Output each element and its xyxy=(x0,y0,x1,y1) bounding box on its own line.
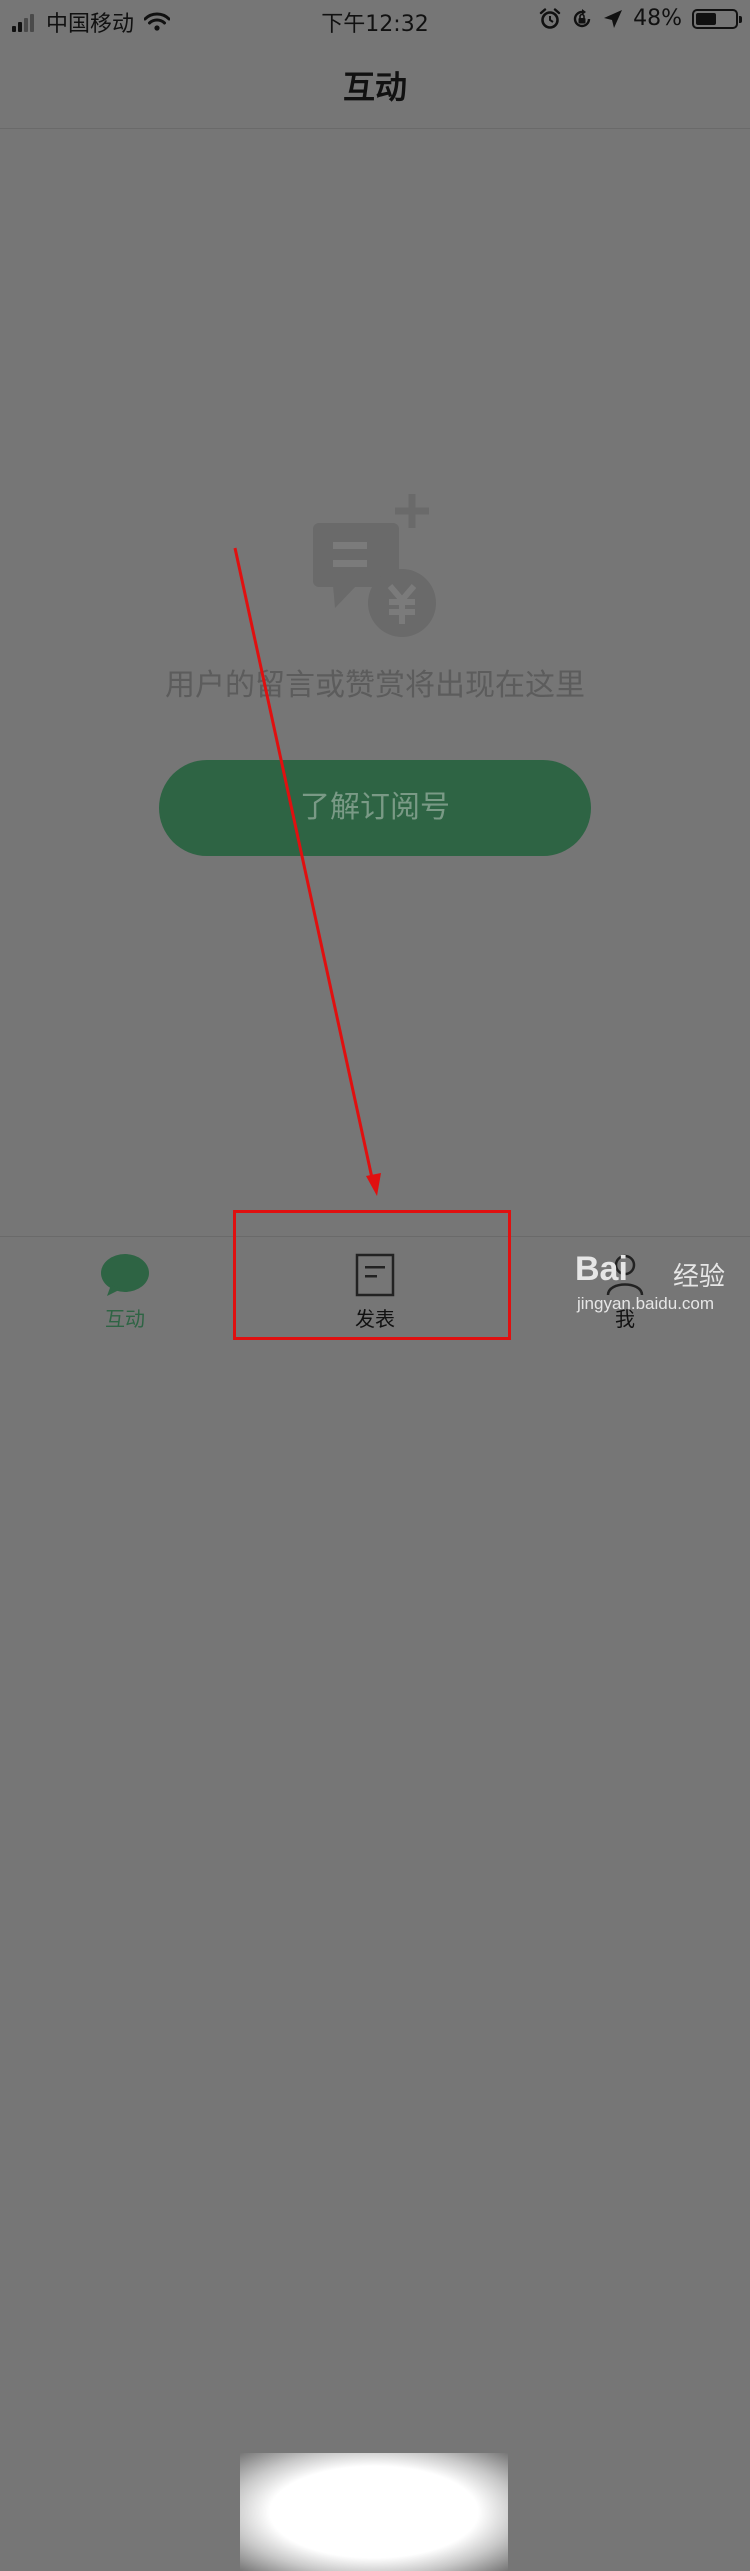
watermark-logo: Bai xyxy=(575,1250,628,1288)
location-arrow-icon xyxy=(604,9,623,28)
status-bar: 中国移动 下午12:32 48% xyxy=(0,0,750,40)
battery-percent: 48% xyxy=(633,6,682,31)
highlight-glow xyxy=(240,2453,508,2571)
page-title: 互动 xyxy=(342,68,407,106)
baidu-jingyan-watermark: Bai 经验 jingyan.baidu.com xyxy=(575,1250,745,1322)
tab-interaction[interactable]: 互动 xyxy=(0,1237,250,1335)
battery-level xyxy=(696,12,717,25)
comment-reward-icon xyxy=(313,494,436,637)
rotation-lock-icon xyxy=(573,8,591,27)
empty-state-message: 用户的留言或赞赏将出现在这里 xyxy=(165,668,585,703)
alarm-icon xyxy=(539,7,561,29)
navigation-bar: 互动 xyxy=(0,40,750,129)
learn-subscription-button[interactable]: 了解订阅号 xyxy=(159,760,591,856)
highlight-box xyxy=(233,1210,511,1340)
chat-bubble-icon xyxy=(101,1254,149,1296)
watermark-brand: 经验 xyxy=(673,1262,726,1292)
status-right: 48% xyxy=(539,6,742,31)
tab-label: 互动 xyxy=(105,1307,145,1331)
watermark-url: jingyan.baidu.com xyxy=(577,1294,715,1313)
battery-icon xyxy=(692,8,742,29)
